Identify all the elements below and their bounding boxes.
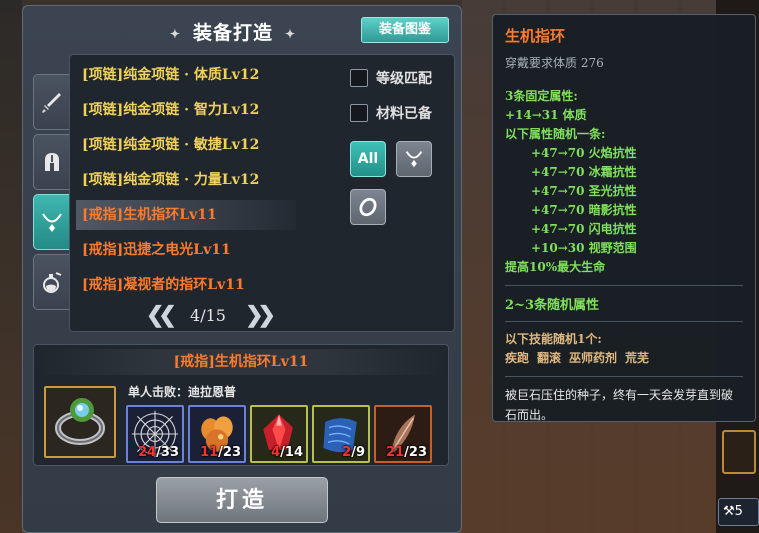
hud-chip-count: 5 xyxy=(734,504,743,519)
sword-icon xyxy=(42,93,61,113)
hud-skill-chip[interactable]: ⚒5 xyxy=(718,498,759,526)
item-tooltip: 生机指环 穿戴要求体质 276 3条固定属性: +14→31 体质 以下属性随机… xyxy=(492,14,756,422)
material-count: 11/23 xyxy=(200,445,241,460)
recipe-detail: [戒指]生机指环Lv11 单人击败：迪拉恩普 24/33 11/23 4/14 … xyxy=(33,344,449,466)
material-slot[interactable]: 24/33 xyxy=(126,405,184,463)
type-filter-necklace-button[interactable] xyxy=(396,141,432,177)
type-filter-ring-button[interactable] xyxy=(350,189,386,225)
tooltip-random-header: 以下属性随机一条: xyxy=(505,127,606,141)
material-have: 24 xyxy=(138,445,157,460)
double-chevron-left-icon[interactable]: ❮❮ xyxy=(146,302,177,328)
tooltip-random-stat: +47→70 火焰抗性 xyxy=(531,146,637,160)
tooltip-extra-stat: 提高10%最大生命 xyxy=(505,260,606,274)
tooltip-description: 被巨石压住的种子，终有一天会发芽直到破石而出。 xyxy=(505,388,734,422)
potion-icon xyxy=(43,272,62,293)
necklace-icon xyxy=(42,213,62,232)
ring-icon xyxy=(55,398,105,445)
material-need: /14 xyxy=(280,445,303,460)
recipe-list-item[interactable]: [项链]纯金项链 · 智力Lv12 xyxy=(76,95,296,125)
tooltip-random-stat: +10→30 视野范围 xyxy=(531,241,637,255)
defeat-requirement: 单人击败：迪拉恩普 xyxy=(128,385,237,399)
material-slot[interactable]: 11/23 xyxy=(188,405,246,463)
recipe-title: [戒指]生机指环Lv11 xyxy=(34,349,448,375)
material-have: 11 xyxy=(200,445,219,460)
title-ornament-left: ✦ xyxy=(169,27,181,41)
material-slot[interactable]: 2/9 xyxy=(312,405,370,463)
title-ornament-right: ✦ xyxy=(285,27,297,41)
tooltip-skill: 翻滚 xyxy=(537,351,562,365)
material-need: /23 xyxy=(218,445,241,460)
filter-level-match[interactable]: 等级匹配 xyxy=(350,67,432,89)
tab-consumable[interactable] xyxy=(33,254,71,310)
material-count: 4/14 xyxy=(271,445,303,460)
material-count: 21/23 xyxy=(386,445,427,460)
material-count: 2/9 xyxy=(342,445,365,460)
material-slot[interactable]: 4/14 xyxy=(250,405,308,463)
craft-button[interactable]: 打造 xyxy=(156,477,328,523)
recipe-list-item-selected[interactable]: [戒指]生机指环Lv11 xyxy=(76,200,296,230)
page-indicator: 4/15 xyxy=(190,305,226,325)
material-need: /9 xyxy=(351,445,365,460)
ring-icon xyxy=(359,197,377,217)
material-count: 24/33 xyxy=(138,445,179,460)
material-slot[interactable]: 21/23 xyxy=(374,405,432,463)
materials-ready-checkbox[interactable] xyxy=(350,104,368,122)
tooltip-random-stat: +47→70 圣光抗性 xyxy=(531,184,637,198)
recipe-list-item[interactable]: [项链]纯金项链 · 力量Lv12 xyxy=(76,165,296,195)
filter-materials-ready[interactable]: 材料已备 xyxy=(350,102,432,124)
material-have: 21 xyxy=(386,445,405,460)
double-chevron-right-icon[interactable]: ❯❯ xyxy=(245,302,276,328)
tooltip-title: 生机指环 xyxy=(505,27,566,45)
tab-armor[interactable] xyxy=(33,134,71,190)
helmet-icon xyxy=(45,153,59,171)
tooltip-skill: 疾跑 xyxy=(505,351,530,365)
material-need: /23 xyxy=(404,445,427,460)
tab-weapon[interactable] xyxy=(33,74,71,130)
equipment-atlas-button[interactable]: 装备图鉴 xyxy=(361,17,449,43)
tooltip-random-stat: +47→70 冰霜抗性 xyxy=(531,165,637,179)
materials-ready-label: 材料已备 xyxy=(376,106,432,122)
hud-item-slot[interactable] xyxy=(722,430,756,474)
material-need: /33 xyxy=(156,445,179,460)
tooltip-random-stat: +47→70 闪电抗性 xyxy=(531,222,637,236)
tooltip-fixed-header: 3条固定属性: xyxy=(505,89,578,103)
tooltip-divider xyxy=(505,321,743,322)
pagination: ❮❮ 4/15 ❯❯ xyxy=(146,302,276,328)
tab-accessory[interactable] xyxy=(33,194,71,250)
type-filter-all-button[interactable]: All xyxy=(350,141,386,177)
tooltip-skill: 荒芜 xyxy=(625,351,650,365)
recipe-list-item[interactable]: [项链]纯金项链 · 体质Lv12 xyxy=(76,60,296,90)
material-have: 2 xyxy=(342,445,352,460)
tooltip-random-stat: +47→70 暗影抗性 xyxy=(531,203,637,217)
background-left-strip xyxy=(0,0,22,533)
recipe-list-item[interactable]: [戒指]凝视者的指环Lv11 xyxy=(76,270,296,300)
recipe-list-item[interactable]: [戒指]迅捷之电光Lv11 xyxy=(76,235,296,265)
pickaxe-icon: ⚒ xyxy=(723,504,735,519)
tooltip-skill: 巫师药剂 xyxy=(569,351,618,365)
material-have: 4 xyxy=(271,445,281,460)
tooltip-requirement: 穿戴要求体质 276 xyxy=(505,56,604,70)
recipe-list: [项链]纯金项链 · 体质Lv12 [项链]纯金项链 · 智力Lv12 [项链]… xyxy=(69,54,455,332)
tooltip-random-count: 2~3条随机属性 xyxy=(505,298,599,313)
result-item-slot[interactable] xyxy=(44,386,116,458)
panel-title-text: 装备打造 xyxy=(192,22,273,44)
tooltip-skill-list: 疾跑 翻滚 巫师药剂 荒芜 xyxy=(505,349,743,368)
tooltip-divider xyxy=(505,285,743,286)
recipe-list-item[interactable]: [项链]纯金项链 · 敏捷Lv12 xyxy=(76,130,296,160)
necklace-icon xyxy=(405,151,423,168)
crafting-panel: ✦ 装备打造 ✦ 装备图鉴 [项链]纯金项链 · 体质Lv12 [项链]纯金项链… xyxy=(22,5,462,533)
level-match-checkbox[interactable] xyxy=(350,69,368,87)
tooltip-divider xyxy=(505,376,743,377)
level-match-label: 等级匹配 xyxy=(376,71,432,87)
tooltip-skill-header: 以下技能随机1个: xyxy=(505,332,602,346)
tooltip-fixed-stat: +14→31 体质 xyxy=(505,108,587,122)
